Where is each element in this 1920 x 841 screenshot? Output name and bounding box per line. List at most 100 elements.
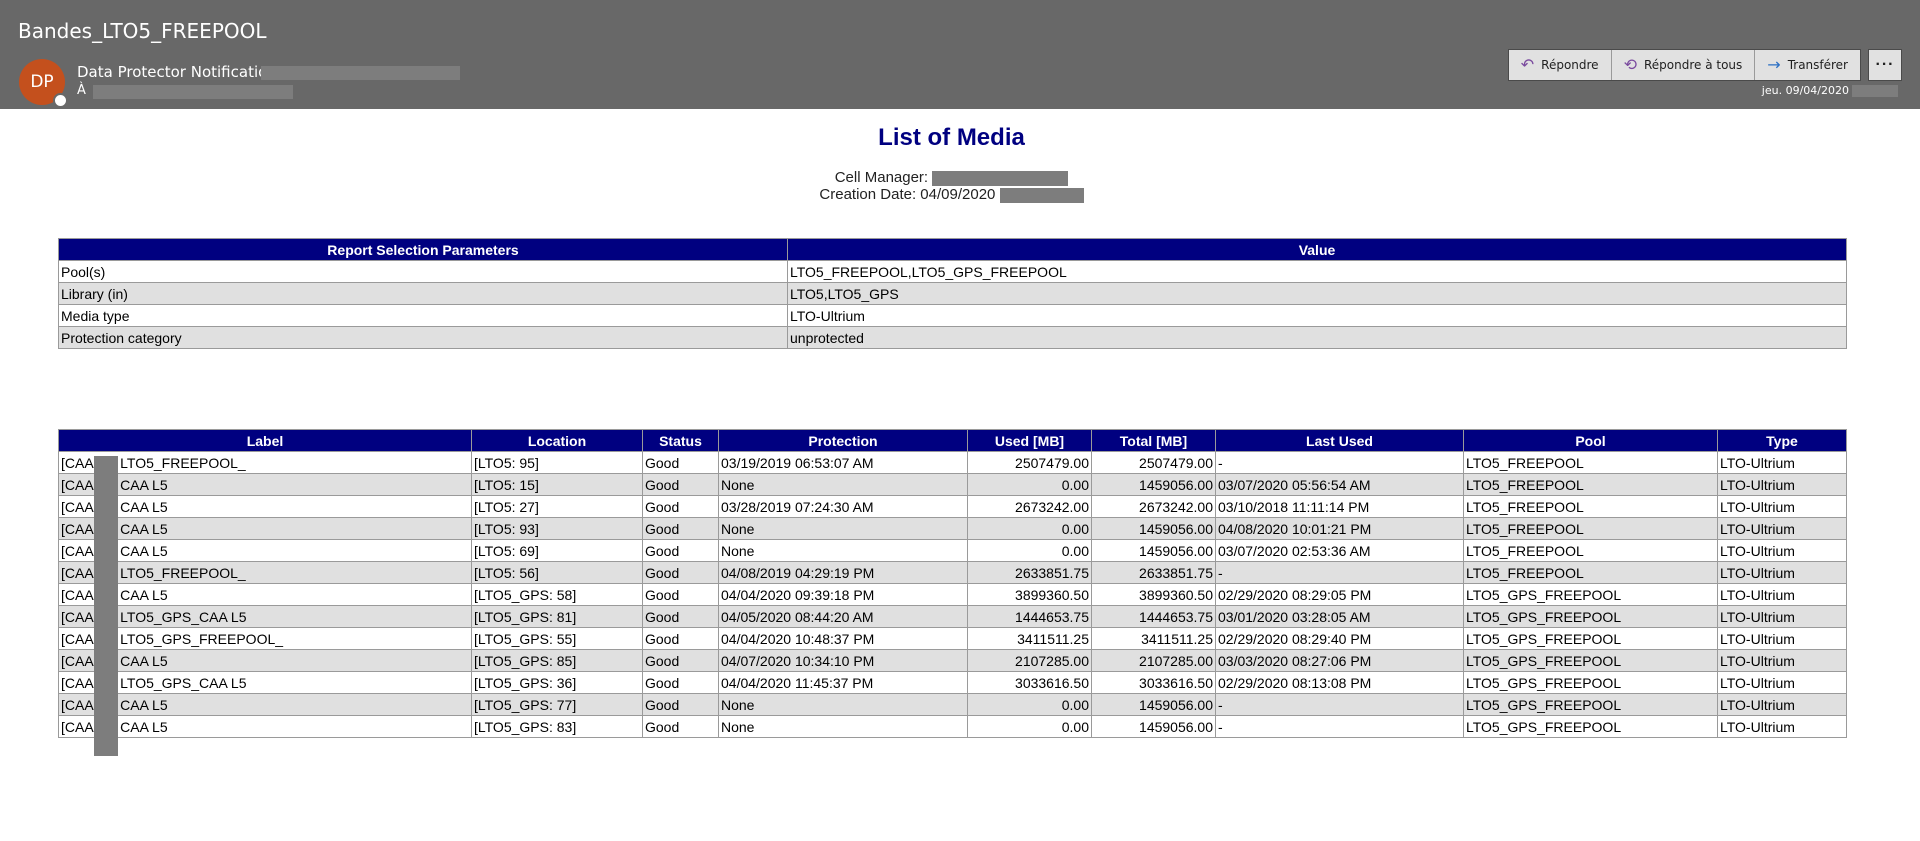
cell-manager-line: Cell Manager: [0, 169, 1903, 186]
media-status-cell: Good [642, 517, 719, 540]
media-status-cell: Good [642, 605, 719, 628]
media-pool-cell: LTO5_FREEPOOL [1463, 539, 1718, 562]
media-label-cell: [CAA L5] CAA L5 [58, 583, 472, 606]
media-status-cell: Good [642, 693, 719, 716]
media-row: [CAA L5] CAA L5[LTO5_GPS: 58]Good04/04/2… [58, 583, 1847, 606]
media-total-cell: 2107285.00 [1091, 649, 1216, 672]
media-status-cell: Good [642, 451, 719, 474]
more-actions-button[interactable]: ··· [1868, 49, 1902, 81]
media-protection-cell: 04/05/2020 08:44:20 AM [718, 605, 968, 628]
media-row: [CAA L5] CAA L5[LTO5: 69]GoodNone0.00145… [58, 539, 1847, 562]
params-row: Pool(s) LTO5_FREEPOOL,LTO5_GPS_FREEPOOL [58, 260, 1847, 283]
media-status-cell: Good [642, 627, 719, 650]
media-label-cell: [CAA L5] LTO5_FREEPOOL_ [58, 451, 472, 474]
media-pool-cell: LTO5_FREEPOOL [1463, 495, 1718, 518]
media-last-used-cell: 03/03/2020 08:27:06 PM [1215, 649, 1464, 672]
media-used-cell: 0.00 [967, 517, 1092, 540]
time-redacted [1852, 85, 1898, 97]
param-name-cell: Media type [58, 304, 788, 327]
reply-all-button[interactable]: ⟲ Répondre à tous [1611, 50, 1756, 80]
sender-address-redacted [261, 66, 460, 80]
media-type-cell: LTO-Ultrium [1717, 561, 1847, 584]
media-type-cell: LTO-Ultrium [1717, 539, 1847, 562]
media-last-used-cell: - [1215, 693, 1464, 716]
media-label-cell: [CAA L5] CAA L5 [58, 649, 472, 672]
media-location-cell: [LTO5_GPS: 85] [471, 649, 643, 672]
media-total-cell: 1459056.00 [1091, 473, 1216, 496]
media-total-cell: 3033616.50 [1091, 671, 1216, 694]
media-protection-cell: None [718, 539, 968, 562]
media-type-cell: LTO-Ultrium [1717, 715, 1847, 738]
media-header-cell: Status [642, 429, 719, 452]
creation-date-line: Creation Date: 04/09/2020 [0, 186, 1903, 203]
media-used-cell: 0.00 [967, 715, 1092, 738]
reply-button[interactable]: ↶ Répondre [1508, 50, 1612, 80]
creation-time-redacted [999, 187, 1084, 203]
message-actions: ↶ Répondre ⟲ Répondre à tous → Transfére… [1507, 49, 1861, 81]
email-header: Bandes_LTO5_FREEPOOL DP Data Protector N… [0, 0, 1920, 109]
media-pool-cell: LTO5_GPS_FREEPOOL [1463, 627, 1718, 650]
media-status-cell: Good [642, 495, 719, 518]
media-row: [CAA L5] CAA L5[LTO5_GPS: 83]GoodNone0.0… [58, 715, 1847, 738]
media-type-cell: LTO-Ultrium [1717, 649, 1847, 672]
email-date: jeu. 09/04/2020 [1761, 84, 1849, 97]
media-used-cell: 3411511.25 [967, 627, 1092, 650]
media-label-cell: [CAA L5] LTO5_FREEPOOL_ [58, 561, 472, 584]
media-protection-cell: 04/08/2019 04:29:19 PM [718, 561, 968, 584]
email-subject: Bandes_LTO5_FREEPOOL [18, 19, 267, 43]
media-total-cell: 1459056.00 [1091, 693, 1216, 716]
label-redaction-bar [94, 456, 118, 756]
media-label-cell: [CAA L5] CAA L5 [58, 693, 472, 716]
param-name-cell: Pool(s) [58, 260, 788, 283]
media-location-cell: [LTO5_GPS: 58] [471, 583, 643, 606]
media-location-cell: [LTO5_GPS: 36] [471, 671, 643, 694]
media-status-cell: Good [642, 561, 719, 584]
media-location-cell: [LTO5_GPS: 83] [471, 715, 643, 738]
params-header-cell: Report Selection Parameters [58, 238, 788, 261]
media-total-cell: 1459056.00 [1091, 715, 1216, 738]
report-parameters-table: Report Selection Parameters Value Pool(s)… [58, 238, 1847, 349]
creation-date-label: Creation Date: 04/09/2020 [819, 186, 996, 203]
media-header-cell: Protection [718, 429, 968, 452]
media-protection-cell: 03/28/2019 07:24:30 AM [718, 495, 968, 518]
param-value-cell: LTO5_FREEPOOL,LTO5_GPS_FREEPOOL [787, 260, 1847, 283]
reply-label: Répondre [1541, 58, 1599, 72]
param-value-cell: LTO5,LTO5_GPS [787, 282, 1847, 305]
media-type-cell: LTO-Ultrium [1717, 473, 1847, 496]
media-label-cell: [CAA L5] CAA L5 [58, 539, 472, 562]
media-total-cell: 2673242.00 [1091, 495, 1216, 518]
media-location-cell: [LTO5: 15] [471, 473, 643, 496]
sender-name[interactable]: Data Protector Notification [77, 63, 277, 81]
media-status-cell: Good [642, 671, 719, 694]
forward-button[interactable]: → Transférer [1755, 50, 1860, 80]
media-type-cell: LTO-Ultrium [1717, 495, 1847, 518]
media-label-cell: [CAA L5] CAA L5 [58, 517, 472, 540]
media-status-cell: Good [642, 649, 719, 672]
media-header-cell: Location [471, 429, 643, 452]
media-row: [CAA L5] LTO5_GPS_FREEPOOL_ [LTO5_GPS: 55… [58, 627, 1847, 650]
media-header-cell: Pool [1463, 429, 1718, 452]
param-name-cell: Library (in) [58, 282, 788, 305]
media-protection-cell: None [718, 473, 968, 496]
media-last-used-cell: 02/29/2020 08:29:40 PM [1215, 627, 1464, 650]
media-total-cell: 1444653.75 [1091, 605, 1216, 628]
reply-all-label: Répondre à tous [1643, 58, 1743, 72]
presence-status-icon [53, 93, 68, 108]
forward-label: Transférer [1787, 58, 1848, 72]
media-row: [CAA L5] LTO5_GPS_CAA L5 [LTO5_GPS: 36] Go… [58, 671, 1847, 694]
media-total-cell: 1459056.00 [1091, 517, 1216, 540]
media-location-cell: [LTO5: 56] [471, 561, 643, 584]
media-location-cell: [LTO5_GPS: 81] [471, 605, 643, 628]
media-used-cell: 3033616.50 [967, 671, 1092, 694]
media-label-cell: [CAA L5] CAA L5 [58, 495, 472, 518]
forward-icon: → [1767, 55, 1781, 74]
report-title: List of Media [878, 124, 1025, 151]
media-last-used-cell: 02/29/2020 08:29:05 PM [1215, 583, 1464, 606]
media-protection-cell: None [718, 715, 968, 738]
media-pool-cell: LTO5_GPS_FREEPOOL [1463, 649, 1718, 672]
media-total-cell: 3411511.25 [1091, 627, 1216, 650]
media-used-cell: 2633851.75 [967, 561, 1092, 584]
media-location-cell: [LTO5: 69] [471, 539, 643, 562]
param-value-cell: unprotected [787, 326, 1847, 349]
media-last-used-cell: - [1215, 451, 1464, 474]
